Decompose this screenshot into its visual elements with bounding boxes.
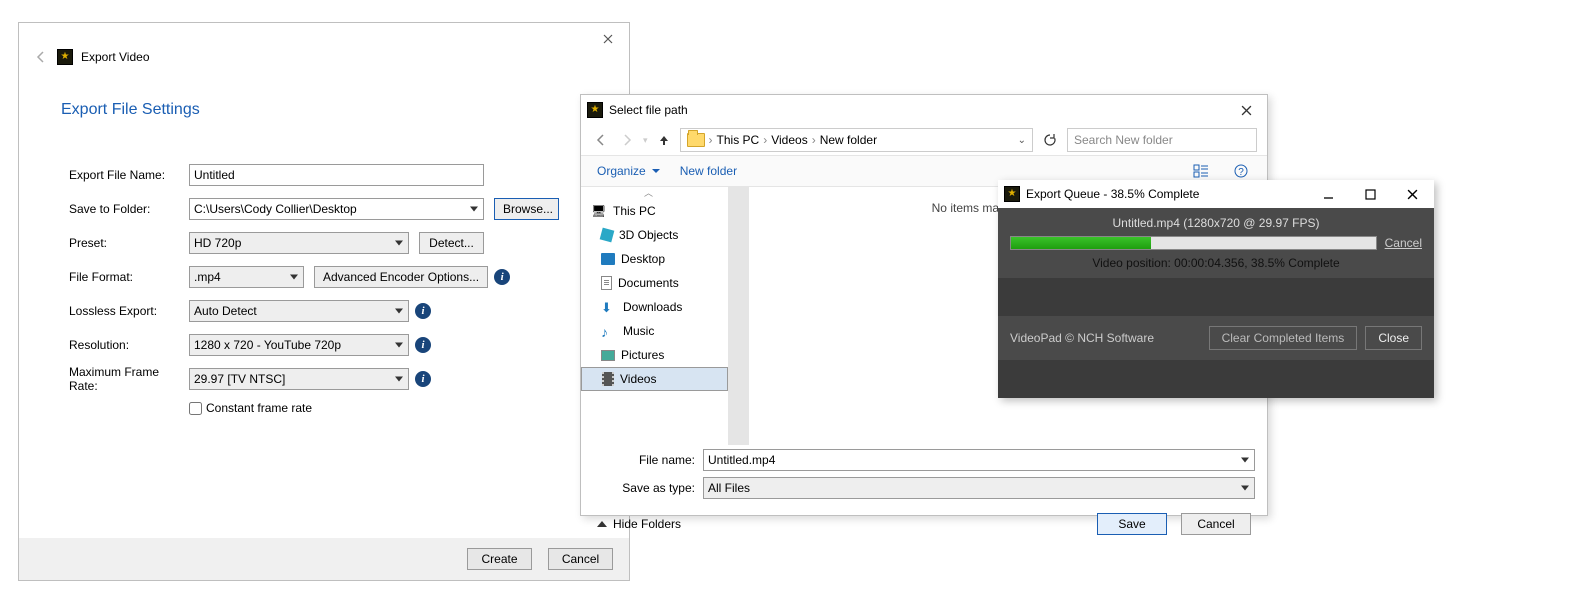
nav-up-icon[interactable] (654, 130, 674, 150)
tree-item-pictures[interactable]: Pictures (581, 343, 728, 367)
progress-bar (1010, 236, 1377, 250)
crumb[interactable]: Videos (771, 133, 807, 147)
pc-icon (591, 204, 607, 218)
page-heading: Export File Settings (61, 101, 200, 119)
tree-item-music[interactable]: Music (581, 319, 728, 343)
label-preset: Preset: (69, 236, 189, 250)
constant-frame-rate-label: Constant frame rate (206, 401, 312, 415)
preset-select[interactable] (189, 232, 409, 254)
breadcrumb[interactable]: › This PC › Videos › New folder ⌄ (680, 128, 1033, 152)
cancel-link[interactable]: Cancel (1385, 236, 1422, 250)
lossless-select[interactable] (189, 300, 409, 322)
save-folder-select[interactable] (189, 198, 484, 220)
save-button[interactable]: Save (1097, 513, 1167, 535)
app-icon (1004, 186, 1020, 202)
file-name-input[interactable] (189, 164, 484, 186)
video-position-text: Video position: 00:00:04.356, 38.5% Comp… (998, 256, 1434, 278)
browse-button[interactable]: Browse... (494, 198, 559, 220)
export-queue-window: Export Queue - 38.5% Complete Untitled.m… (998, 180, 1434, 398)
help-icon[interactable]: ? (1231, 161, 1251, 181)
info-icon[interactable]: i (494, 269, 510, 285)
scroll-up-icon[interactable]: ︿ (581, 187, 716, 197)
picture-icon (601, 350, 615, 361)
label-file-format: File Format: (69, 270, 189, 284)
video-icon (602, 372, 614, 386)
save-as-type-select[interactable] (703, 477, 1255, 499)
app-icon (57, 49, 73, 65)
tree-item-3d-objects[interactable]: 3D Objects (581, 223, 728, 247)
tree-item-downloads[interactable]: Downloads (581, 295, 728, 319)
export-video-window: Export Video Export File Settings Export… (18, 22, 630, 581)
organize-menu[interactable]: Organize (597, 164, 660, 178)
window-title: Export Video (81, 50, 150, 64)
svg-text:?: ? (1238, 167, 1244, 178)
export-file-info: Untitled.mp4 (1280x720 @ 29.97 FPS) (998, 208, 1434, 236)
folder-tree: ︿ This PC 3D Objects Desktop Documents D… (581, 187, 729, 445)
queue-list-area (998, 278, 1434, 316)
folder-icon (687, 133, 705, 147)
refresh-icon[interactable] (1039, 129, 1061, 151)
advanced-encoder-button[interactable]: Advanced Encoder Options... (314, 266, 488, 288)
clear-completed-button[interactable]: Clear Completed Items (1209, 326, 1358, 350)
hide-folders-toggle[interactable]: Hide Folders (597, 517, 681, 531)
crumb[interactable]: New folder (820, 133, 877, 147)
label-resolution: Resolution: (69, 338, 189, 352)
app-icon (587, 102, 603, 118)
tree-item-desktop[interactable]: Desktop (581, 247, 728, 271)
file-name-label: File name: (593, 453, 703, 467)
label-save-folder: Save to Folder: (69, 202, 189, 216)
info-icon[interactable]: i (415, 337, 431, 353)
tree-item-this-pc[interactable]: This PC (581, 199, 728, 223)
tree-item-documents[interactable]: Documents (581, 271, 728, 295)
resolution-select[interactable] (189, 334, 409, 356)
file-format-select[interactable] (189, 266, 304, 288)
constant-frame-rate-checkbox[interactable] (189, 402, 202, 415)
desktop-icon (601, 253, 615, 265)
label-lossless: Lossless Export: (69, 304, 189, 318)
label-file-name: Export File Name: (69, 168, 189, 182)
new-folder-button[interactable]: New folder (680, 164, 737, 178)
crumb[interactable]: This PC (717, 133, 760, 147)
export-queue-title: Export Queue - 38.5% Complete (1026, 187, 1199, 201)
close-button[interactable]: Close (1365, 326, 1422, 350)
cancel-button[interactable]: Cancel (1181, 513, 1251, 535)
file-dialog-title: Select file path (609, 103, 688, 117)
export-form: Export File Name: Save to Folder: Browse… (69, 163, 579, 415)
info-icon[interactable]: i (415, 303, 431, 319)
max-fps-select[interactable] (189, 368, 409, 390)
file-name-field[interactable] (703, 449, 1255, 471)
nav-back-icon[interactable] (591, 130, 611, 150)
label-max-fps: Maximum Frame Rate: (69, 365, 189, 393)
create-button[interactable]: Create (467, 548, 532, 570)
cancel-button[interactable]: Cancel (548, 548, 613, 570)
3d-icon (600, 228, 615, 243)
column-resize-handle[interactable] (729, 187, 749, 445)
progress-fill (1011, 237, 1151, 249)
info-icon[interactable]: i (415, 371, 431, 387)
tree-item-videos[interactable]: Videos (581, 367, 728, 391)
music-icon (601, 324, 617, 338)
download-icon (601, 300, 617, 314)
view-icon[interactable] (1191, 161, 1211, 181)
save-as-type-label: Save as type: (593, 481, 703, 495)
detect-button[interactable]: Detect... (419, 232, 484, 254)
close-icon[interactable] (1394, 180, 1430, 208)
minimize-icon[interactable] (1310, 180, 1346, 208)
close-icon[interactable] (1231, 105, 1261, 116)
close-icon[interactable] (593, 29, 623, 49)
chevron-down-icon[interactable]: ⌄ (1018, 135, 1026, 146)
footer-label: VideoPad © NCH Software (1010, 331, 1154, 345)
nav-forward-icon[interactable] (617, 130, 637, 150)
back-arrow-icon[interactable] (33, 49, 49, 65)
search-input[interactable]: Search New folder (1067, 128, 1257, 152)
export-footer: Create Cancel (19, 538, 629, 580)
document-icon (601, 276, 612, 290)
maximize-icon[interactable] (1352, 180, 1388, 208)
